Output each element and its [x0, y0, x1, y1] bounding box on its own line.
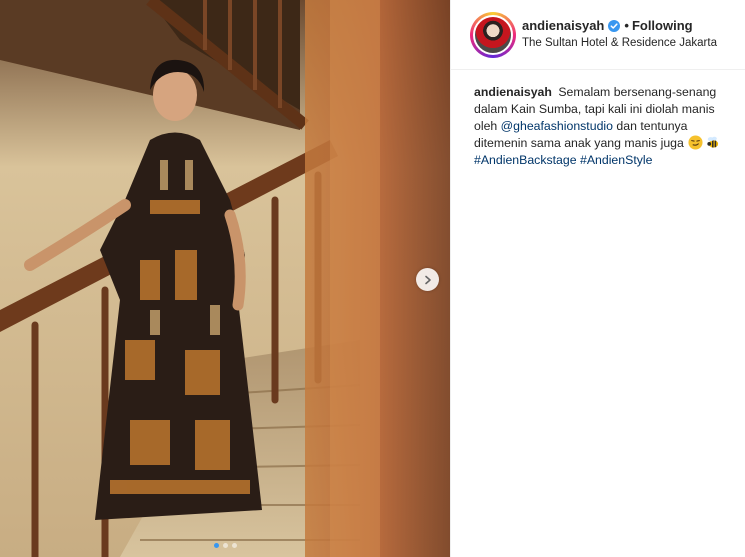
- author-row: andienaisyah • Following: [522, 18, 717, 34]
- post-header: andienaisyah • Following The Sultan Hote…: [451, 0, 745, 70]
- instagram-post: andienaisyah • Following The Sultan Hote…: [0, 0, 745, 557]
- post-caption: andienaisyah Semalam bersenang-senang da…: [451, 70, 745, 169]
- carousel-dot: [231, 543, 237, 548]
- avatar[interactable]: [470, 11, 516, 58]
- chevron-right-icon: [424, 275, 431, 284]
- bee-emoji-icon: [707, 136, 719, 148]
- mention-link[interactable]: @gheafashionstudio: [501, 119, 613, 133]
- photo-scene: [0, 0, 450, 557]
- author-username[interactable]: andienaisyah: [522, 18, 604, 34]
- hashtag-link[interactable]: #AndienStyle: [580, 153, 652, 167]
- carousel-dot-active: [213, 543, 219, 548]
- carousel-dot: [222, 543, 228, 548]
- carousel-indicator: [0, 543, 450, 548]
- carousel-next-button[interactable]: [416, 268, 439, 291]
- following-button[interactable]: Following: [632, 18, 693, 34]
- post-details-panel: andienaisyah • Following The Sultan Hote…: [450, 0, 745, 557]
- separator-dot: •: [624, 18, 629, 34]
- post-photo[interactable]: [0, 0, 450, 557]
- hashtag-link[interactable]: #AndienBackstage: [474, 153, 577, 167]
- avatar-image: [473, 14, 513, 55]
- location-link[interactable]: The Sultan Hotel & Residence Jakarta: [522, 36, 717, 50]
- caption-username[interactable]: andienaisyah: [474, 85, 552, 99]
- verified-badge-icon: [608, 20, 621, 33]
- smirk-emoji-icon: [688, 135, 703, 150]
- author-info: andienaisyah • Following The Sultan Hote…: [522, 18, 717, 51]
